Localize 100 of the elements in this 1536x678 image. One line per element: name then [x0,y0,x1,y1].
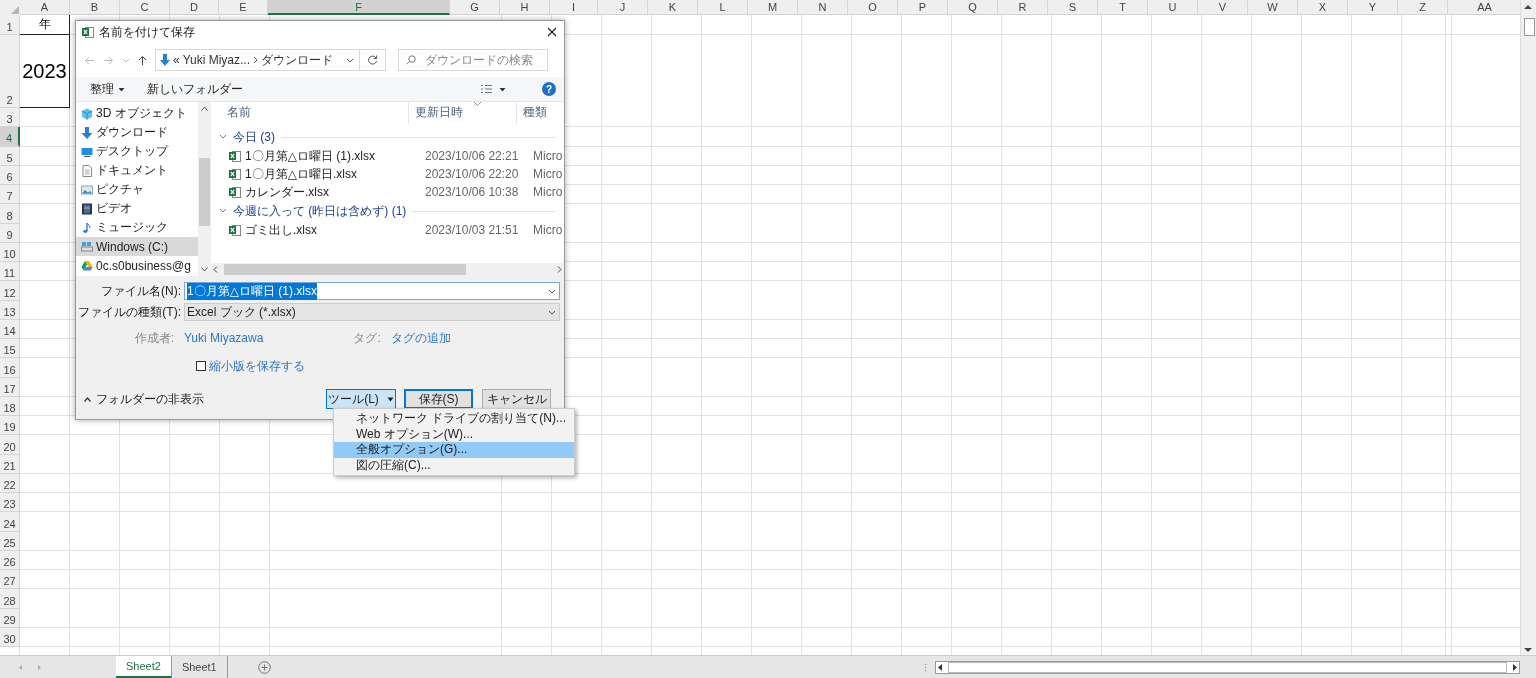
column-header[interactable]: I [550,0,598,15]
add-sheet-icon[interactable] [257,660,271,674]
column-header[interactable]: V [1198,0,1248,15]
column-header[interactable]: N [798,0,848,15]
row-header[interactable]: 2 [0,35,20,108]
file-name-field[interactable]: 1〇月第△ロ曜日 (1).xlsx [184,282,560,300]
column-header[interactable]: U [1148,0,1198,15]
column-header[interactable]: D [170,0,219,15]
row-header[interactable]: 13 [0,300,20,320]
scroll-left-icon[interactable] [936,662,944,672]
row-header[interactable]: 6 [0,165,20,185]
group-heading[interactable]: 今週に入って (昨日は含めず) (1) [233,202,407,220]
column-header[interactable]: F [268,0,450,15]
caret-icon[interactable] [122,56,130,64]
file-name[interactable]: ゴミ出し.xlsx [245,221,317,239]
column-header[interactable]: 名前 [211,102,409,123]
sidebar-item[interactable]: 3D オブジェクト [76,104,198,123]
row-header[interactable]: 25 [0,531,20,551]
row-header[interactable]: 17 [0,377,20,397]
horizontal-scrollbar[interactable] [935,660,1520,674]
row-header[interactable]: 19 [0,416,20,436]
dropdown-chevron-icon[interactable] [548,308,557,316]
row-header[interactable]: 1 [0,15,20,35]
checkbox-label[interactable]: 縮小版を保存する [209,357,305,375]
row-header[interactable]: 24 [0,512,20,532]
column-header[interactable]: A [20,0,70,15]
row-header[interactable]: 7 [0,185,20,205]
row-header[interactable]: 21 [0,454,20,474]
column-header[interactable]: C [120,0,170,15]
organize-button[interactable]: 整理 [88,80,127,98]
scroll-down-icon[interactable] [201,267,208,272]
sidebar-item[interactable]: ビデオ [76,199,198,218]
help-button[interactable]: ? [542,82,556,96]
row-header[interactable]: 5 [0,146,20,166]
row-header[interactable]: 14 [0,319,20,339]
row-header[interactable]: 23 [0,493,20,513]
scroll-thumb[interactable] [199,158,210,226]
horizontal-scrollbar[interactable] [211,263,564,276]
column-header[interactable]: K [648,0,698,15]
sidebar-item[interactable]: Windows (C:) [76,237,198,256]
row-header[interactable]: 4 [0,127,20,147]
column-header[interactable]: E [219,0,268,15]
column-header[interactable]: M [748,0,798,15]
row-header[interactable]: 10 [0,242,20,262]
row-header[interactable]: 18 [0,396,20,416]
sidebar-item[interactable]: デスクトップ [76,142,198,161]
sidebar-item[interactable]: 0c.s0business@g [76,256,198,275]
previous-sheet-icon[interactable] [18,663,23,671]
tags-link[interactable]: タグの追加 [390,329,451,347]
column-header[interactable]: 種類 [517,102,564,123]
column-header[interactable]: J [598,0,648,15]
back-arrow-icon[interactable] [84,55,95,65]
overflow-marker[interactable]: « [173,53,180,67]
sidebar-item[interactable]: ダウンロード [76,123,198,142]
column-header[interactable]: G [450,0,500,15]
row-header[interactable]: 20 [0,435,20,455]
column-header[interactable]: AA [1448,0,1520,15]
scroll-right-icon[interactable] [1511,662,1519,672]
row-header[interactable]: 11 [0,262,20,282]
chevron-right-icon[interactable] [253,56,259,64]
dropdown-chevron-icon[interactable] [346,56,355,64]
up-arrow-icon[interactable] [138,54,147,66]
scroll-thumb[interactable] [948,661,1507,673]
vertical-scrollbar[interactable] [1520,0,1536,655]
row-header[interactable]: 22 [0,473,20,493]
collapse-chevron-icon[interactable] [219,208,227,214]
dropdown-chevron-icon[interactable] [548,287,557,295]
row-header[interactable]: 3 [0,108,20,128]
collapse-chevron-icon[interactable] [219,134,227,140]
checkbox[interactable] [196,361,206,371]
search-field[interactable]: ダウンロードの検索 [398,49,548,71]
file-type-dropdown[interactable]: Excel ブック (*.xlsx) [184,303,560,321]
column-header[interactable]: T [1098,0,1148,15]
tools-button[interactable]: ツール(L) [326,389,396,409]
column-header[interactable]: P [898,0,948,15]
breadcrumb[interactable]: ダウンロード [261,51,334,69]
sheet-tab[interactable]: Sheet2 [116,656,172,678]
file-name[interactable]: 1〇月第△ロ曜日.xlsx [245,165,357,183]
column-header[interactable]: W [1248,0,1298,15]
menu-item[interactable]: ネットワーク ドライブの割り当て(N)... [334,411,574,427]
row-header[interactable]: 27 [0,570,20,590]
column-header[interactable]: B [70,0,120,15]
author-link[interactable]: Yuki Miyazawa [184,331,264,345]
sidebar-item[interactable]: ピクチャ [76,180,198,199]
row-header[interactable]: 12 [0,281,20,301]
scroll-up-icon[interactable] [201,106,208,111]
column-header[interactable]: H [500,0,550,15]
file-name[interactable]: 1〇月第△ロ曜日 (1).xlsx [245,147,375,165]
row-header[interactable]: 15 [0,339,20,359]
new-folder-button[interactable]: 新しいフォルダー [145,80,245,98]
column-header[interactable]: 更新日時 [409,102,517,123]
row-header[interactable]: 26 [0,550,20,570]
menu-item[interactable]: 図の圧縮(C)... [334,457,574,473]
breadcrumb[interactable]: Yuki Miyaz... [182,53,251,67]
menu-item[interactable]: 全般オプション(G)... [334,442,574,458]
column-header[interactable]: X [1298,0,1348,15]
column-header[interactable]: O [848,0,898,15]
column-header[interactable]: Y [1348,0,1398,15]
row-header[interactable]: 8 [0,204,20,224]
save-button[interactable]: 保存(S) [404,389,473,409]
